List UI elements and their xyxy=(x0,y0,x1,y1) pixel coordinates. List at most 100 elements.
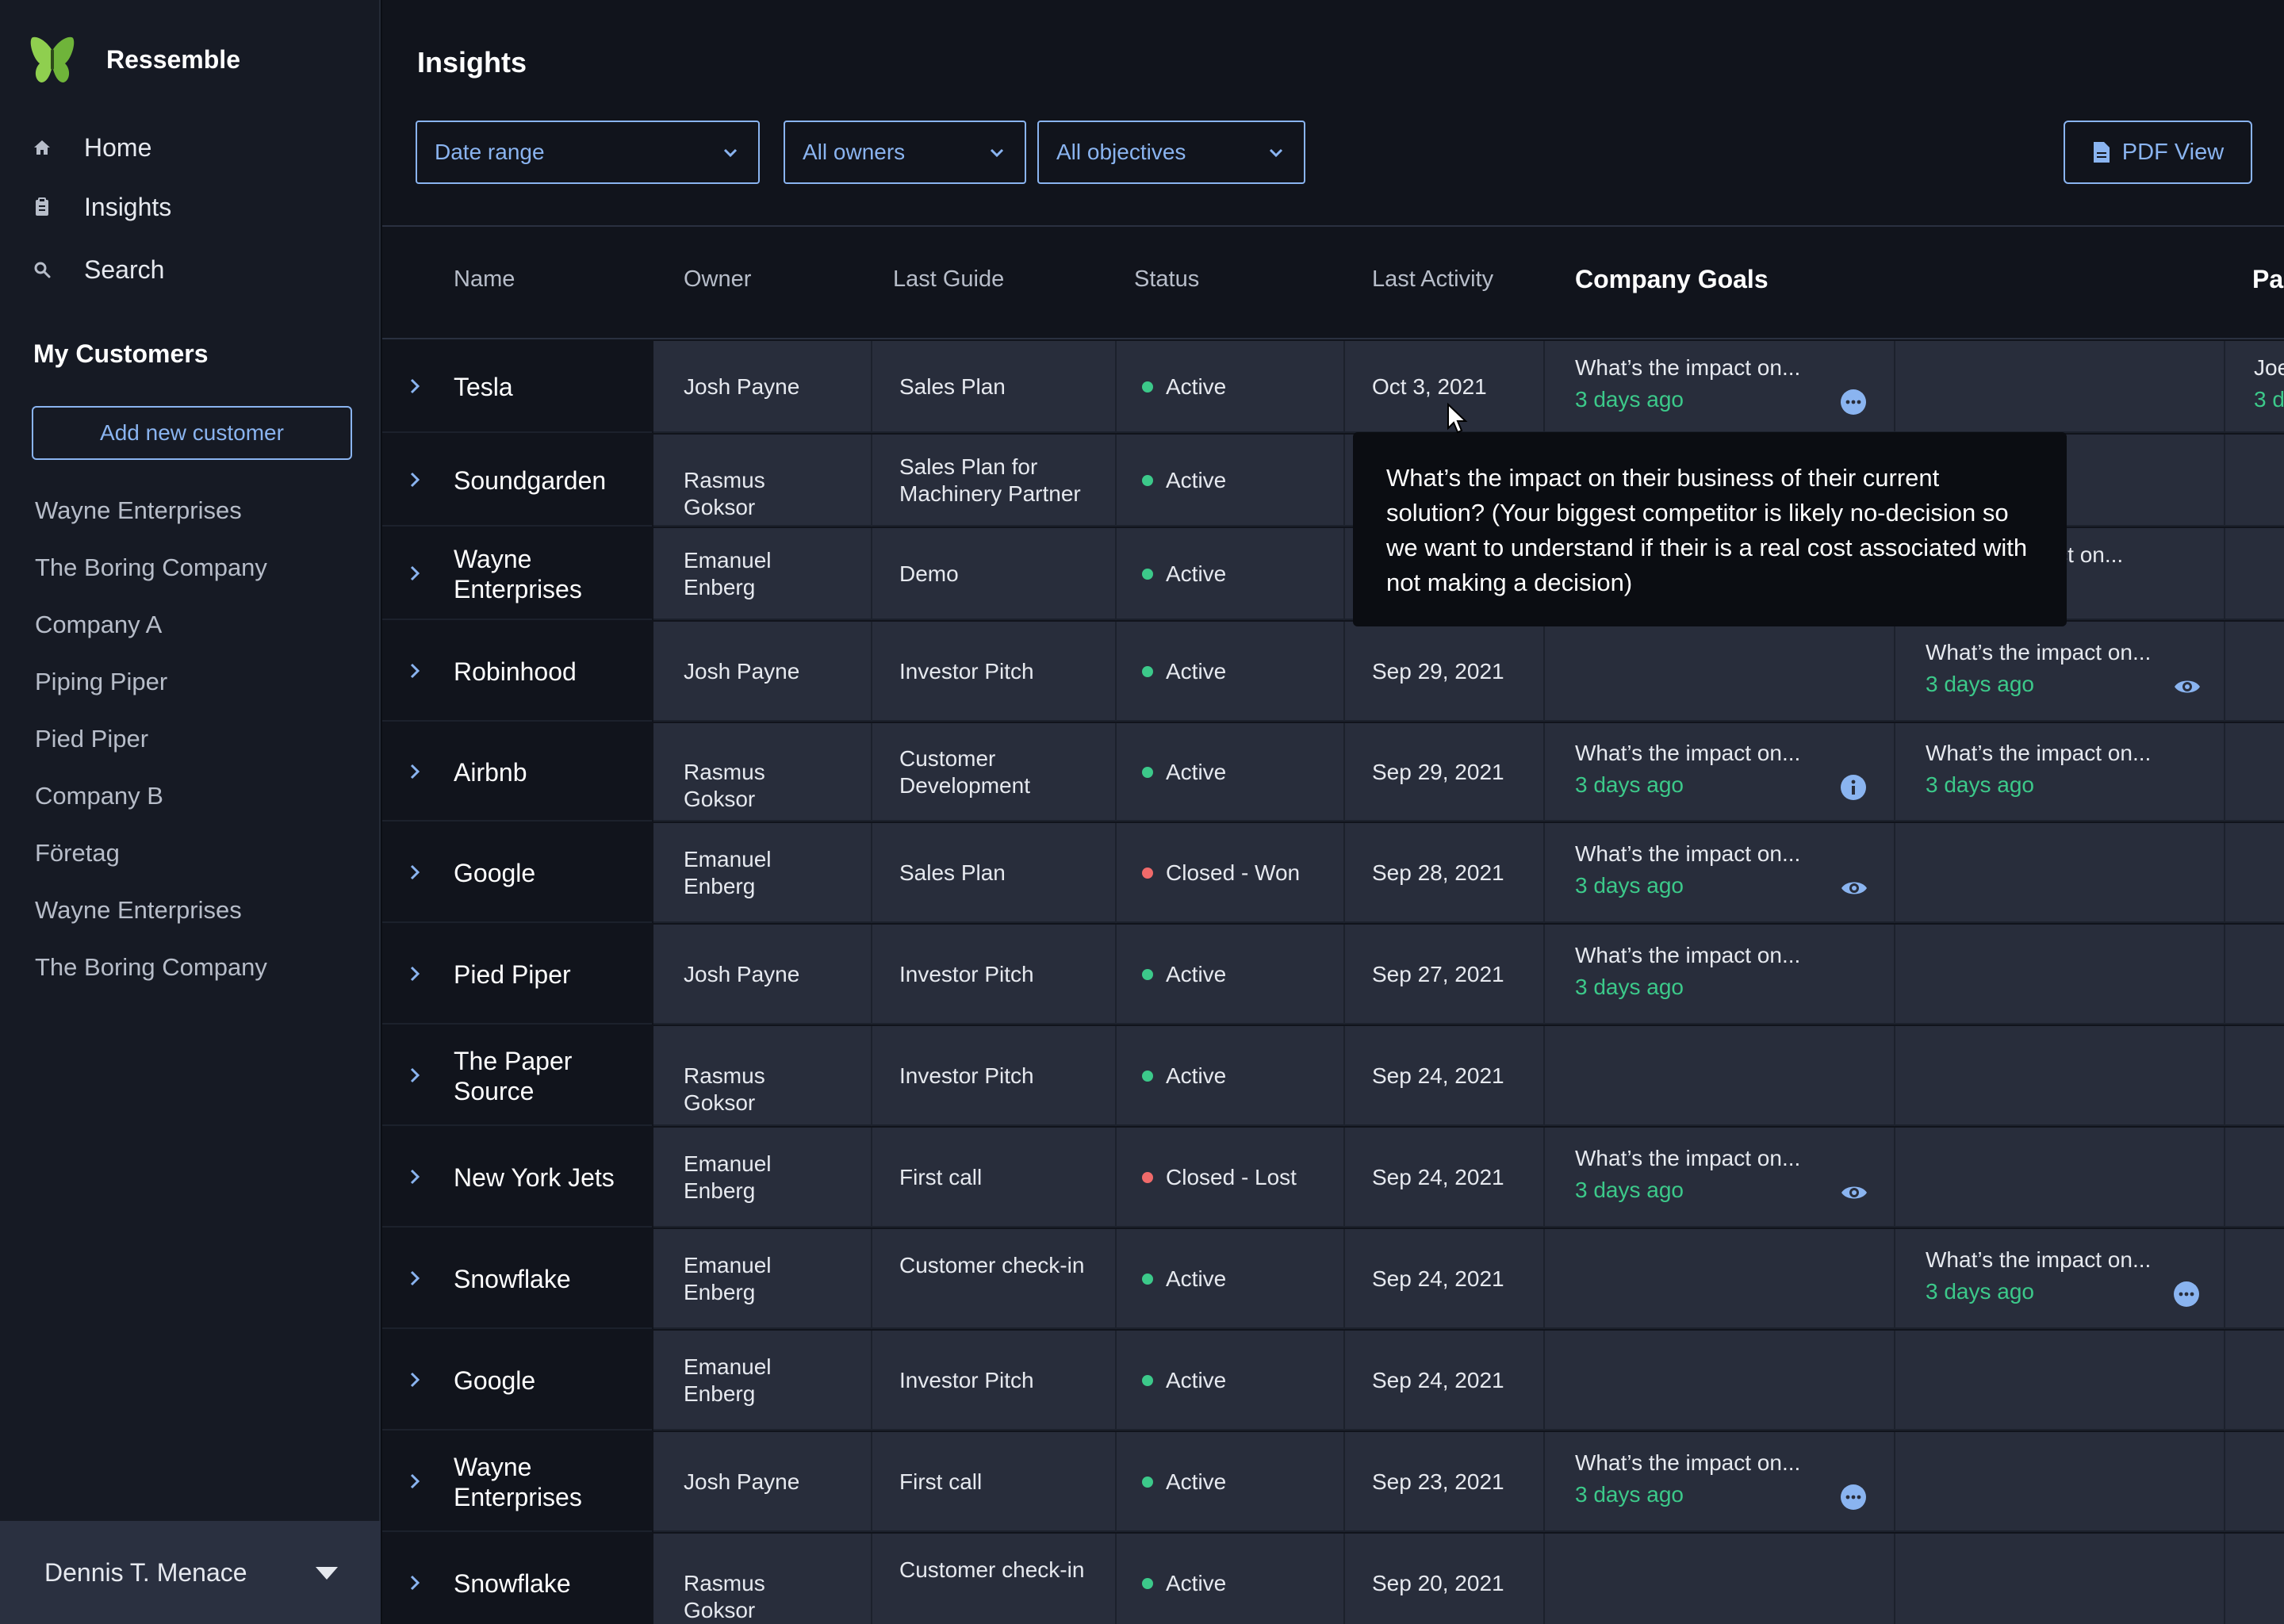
chevron-right-icon[interactable] xyxy=(408,1067,422,1084)
customer-name[interactable]: Google xyxy=(454,858,644,888)
objectives-dropdown[interactable]: All objectives xyxy=(1037,121,1305,184)
date-range-label: Date range xyxy=(435,140,545,164)
goal-question[interactable]: What’s the impact on... xyxy=(1575,943,1800,968)
table-row[interactable]: Google Emanuel Enberg Sales Plan Closed - W… xyxy=(382,823,2284,923)
goal-question[interactable]: What’s the impact on... xyxy=(1575,741,1800,766)
customer-name[interactable]: Wayne Enterprises xyxy=(454,544,644,604)
customer-list-item[interactable]: Wayne Enterprises xyxy=(35,487,368,544)
goal-timestamp: 3 days ago xyxy=(1926,772,2034,797)
customer-name[interactable]: Robinhood xyxy=(454,657,644,687)
column-divider xyxy=(1343,622,1345,722)
chevron-right-icon[interactable] xyxy=(408,1574,422,1591)
column-header-status[interactable]: Status xyxy=(1134,266,1199,293)
table-row[interactable]: Robinhood Josh Payne Investor Pitch Active S… xyxy=(382,622,2284,722)
table-row[interactable]: Snowflake Emanuel Enberg Customer check-in… xyxy=(382,1229,2284,1329)
column-header-partial[interactable]: Pa xyxy=(2252,265,2283,294)
column-header-owner[interactable]: Owner xyxy=(684,266,751,293)
my-customers-title: My Customers xyxy=(33,339,209,368)
table-row[interactable]: Snowflake Rasmus Goksor Customer check-in A… xyxy=(382,1534,2284,1624)
customer-name[interactable]: Snowflake xyxy=(454,1568,644,1599)
goal-timestamp: 3 days ago xyxy=(1575,873,1684,898)
chevron-right-icon[interactable] xyxy=(408,1473,422,1490)
chevron-right-icon[interactable] xyxy=(408,1168,422,1185)
column-divider xyxy=(1115,823,1117,923)
column-divider xyxy=(2224,1534,2225,1624)
customer-list-item[interactable]: Pied Piper xyxy=(35,715,368,772)
goal-question[interactable]: What’s the impact on... xyxy=(1926,741,2151,766)
table-row[interactable]: Wayne Enterprises Josh Payne First call Act… xyxy=(382,1432,2284,1532)
eye-icon[interactable] xyxy=(1840,875,1867,902)
goal-question[interactable]: What’s the impact on... xyxy=(1926,1247,2151,1273)
customer-name[interactable]: Soundgarden xyxy=(454,465,644,496)
chevron-right-icon[interactable] xyxy=(408,377,422,395)
eye-icon[interactable] xyxy=(1840,1179,1867,1206)
eye-icon[interactable] xyxy=(2173,673,2200,700)
nav-insights[interactable]: Insights xyxy=(32,185,171,229)
goal-question[interactable]: What’s the impact on... xyxy=(1926,640,2151,665)
customer-list-item[interactable]: Wayne Enterprises xyxy=(35,887,368,944)
customer-list-item[interactable]: Företag xyxy=(35,829,368,887)
chevron-right-icon[interactable] xyxy=(408,565,422,582)
main-content: Insights Date range All owners All objec… xyxy=(382,0,2284,1624)
column-divider xyxy=(1115,1229,1117,1329)
owners-dropdown[interactable]: All owners xyxy=(784,121,1026,184)
column-divider xyxy=(2224,1229,2225,1329)
customer-list-item[interactable]: Company A xyxy=(35,601,368,658)
table-row[interactable]: Airbnb Rasmus Goksor Customer Development A… xyxy=(382,723,2284,822)
date-range-dropdown[interactable]: Date range xyxy=(416,121,760,184)
last-activity-cell: Sep 24, 2021 xyxy=(1372,1266,1504,1291)
column-divider xyxy=(1343,723,1345,822)
customer-list-item[interactable]: The Boring Company xyxy=(35,544,368,601)
status-cell: Closed - Won xyxy=(1142,860,1300,887)
column-header-name[interactable]: Name xyxy=(454,266,515,293)
goal-question[interactable]: What’s the impact on... xyxy=(1575,1146,1800,1171)
column-divider xyxy=(871,1128,872,1228)
brand[interactable]: Ressemble xyxy=(29,35,240,84)
customer-name[interactable]: Pied Piper xyxy=(454,959,644,990)
nav-search[interactable]: Search xyxy=(32,247,164,292)
more-icon[interactable] xyxy=(2173,1281,2200,1308)
pdf-view-button[interactable]: PDF View xyxy=(2064,121,2252,184)
table-row[interactable]: Pied Piper Josh Payne Investor Pitch Active… xyxy=(382,925,2284,1025)
goal-question[interactable]: What’s the impact on... xyxy=(1575,841,1800,867)
table-row[interactable]: Google Emanuel Enberg Investor Pitch Active… xyxy=(382,1331,2284,1431)
user-menu[interactable]: Dennis T. Menace xyxy=(0,1521,381,1624)
chevron-right-icon[interactable] xyxy=(408,471,422,488)
chevron-right-icon[interactable] xyxy=(408,864,422,881)
customer-list-item[interactable]: Piping Piper xyxy=(35,658,368,715)
table-row[interactable]: New York Jets Emanuel Enberg First call Clo… xyxy=(382,1128,2284,1228)
column-header-last-guide[interactable]: Last Guide xyxy=(893,266,1004,293)
customer-list-item[interactable]: Company B xyxy=(35,772,368,829)
column-divider xyxy=(871,823,872,923)
customer-name[interactable]: New York Jets xyxy=(454,1162,644,1193)
customer-name[interactable]: Wayne Enterprises xyxy=(454,1452,644,1512)
chevron-right-icon[interactable] xyxy=(408,1270,422,1287)
chevron-right-icon[interactable] xyxy=(408,763,422,780)
more-icon[interactable] xyxy=(1840,1484,1867,1511)
chevron-right-icon[interactable] xyxy=(408,1371,422,1388)
chevron-right-icon[interactable] xyxy=(408,662,422,680)
column-divider xyxy=(871,1432,872,1532)
more-icon[interactable] xyxy=(1840,389,1867,416)
chevron-right-icon[interactable] xyxy=(408,965,422,982)
status-dot xyxy=(1142,1273,1153,1285)
add-new-customer-button[interactable]: Add new customer xyxy=(32,406,352,460)
goal-question[interactable]: What’s the impact on... xyxy=(1575,1450,1800,1476)
goal-question[interactable]: What’s the impact on... xyxy=(1575,355,1800,381)
customer-name[interactable]: Tesla xyxy=(454,372,644,402)
owner-cell: Emanuel Enberg xyxy=(684,548,772,599)
customer-name[interactable]: Google xyxy=(454,1365,644,1396)
column-header-company-goals[interactable]: Company Goals xyxy=(1575,265,1769,294)
guide-cell: Customer Development xyxy=(899,746,1030,798)
customer-list-item[interactable]: The Boring Company xyxy=(35,944,368,1001)
table-row[interactable]: The Paper Source Rasmus Goksor Investor Pi… xyxy=(382,1026,2284,1126)
customer-name[interactable]: Snowflake xyxy=(454,1264,644,1294)
customer-name[interactable]: Airbnb xyxy=(454,757,644,787)
customer-name[interactable]: The Paper Source xyxy=(454,1046,644,1106)
nav-home[interactable]: Home xyxy=(32,125,151,170)
goal-question[interactable]: Joe xyxy=(2254,355,2284,381)
info-icon[interactable] xyxy=(1840,774,1867,801)
column-header-last-activity[interactable]: Last Activity xyxy=(1372,266,1493,293)
table-row[interactable]: Tesla Josh Payne Sales Plan Active Oct 3, 20… xyxy=(382,341,2284,433)
owner-cell: Rasmus Goksor xyxy=(684,1063,765,1115)
